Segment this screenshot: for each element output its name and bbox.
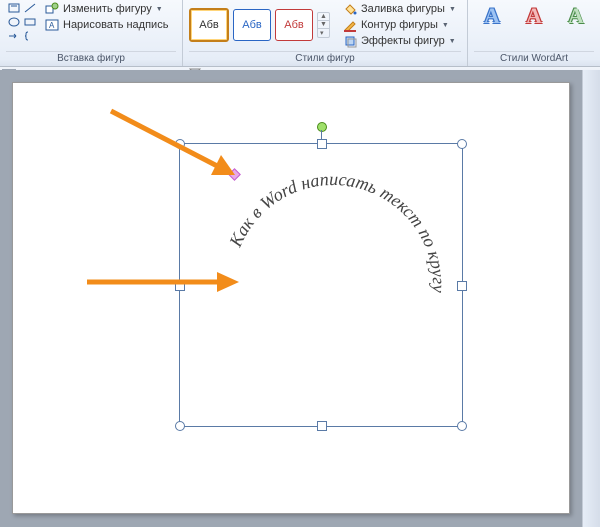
shape-brace-icon (23, 30, 37, 42)
textbox-icon: A (45, 18, 59, 32)
gallery-scroll[interactable]: ▲ ▼ ▾ (317, 12, 330, 38)
group-title-wordart: Стили WordArt (474, 51, 594, 66)
wordart-preset-3[interactable]: A (558, 1, 594, 31)
shape-outline-button[interactable]: Контур фигуры ▼ (340, 17, 459, 33)
shape-textbox-icon (7, 2, 21, 14)
shape-fill-label: Заливка фигуры (361, 3, 445, 15)
style-preset-3[interactable]: Абв (275, 9, 313, 41)
selected-textbox[interactable]: Как в Word написать текст по кругу (179, 143, 463, 427)
shapes-gallery[interactable] (6, 1, 38, 43)
shape-effects-button[interactable]: Эффекты фигур ▼ (340, 33, 459, 49)
shape-line-icon (23, 2, 37, 14)
shape-effects-label: Эффекты фигур (361, 35, 445, 47)
wordart-preset-1[interactable]: A (474, 1, 510, 31)
shape-style-gallery[interactable]: Абв Абв Абв ▲ ▼ ▾ (189, 8, 330, 42)
svg-text:A: A (49, 21, 55, 30)
rotation-handle[interactable] (317, 122, 327, 132)
shape-fill-button[interactable]: Заливка фигуры ▼ (340, 1, 459, 17)
chevron-down-icon: ▼ (156, 6, 163, 13)
bucket-icon (343, 2, 357, 16)
shape-outline-label: Контур фигуры (361, 19, 438, 31)
shape-rect-icon (23, 16, 37, 28)
edit-shape-label: Изменить фигуру (63, 3, 152, 15)
chevron-down-icon: ▼ (442, 22, 449, 29)
shape-oval-icon (7, 16, 21, 28)
edit-shape-icon (45, 2, 59, 16)
pen-icon (343, 18, 357, 32)
draw-textbox-label: Нарисовать надпись (63, 19, 168, 31)
effects-icon (343, 34, 357, 48)
edit-shape-button[interactable]: Изменить фигуру ▼ (42, 1, 171, 17)
circular-text: Как в Word написать текст по кругу (180, 144, 462, 426)
style-preset-2[interactable]: Абв (233, 9, 271, 41)
page[interactable]: Как в Word написать текст по кругу (12, 82, 570, 514)
ribbon: Изменить фигуру ▼ A Нарисовать надпись В… (0, 0, 600, 67)
svg-text:Как в Word написать текст по к: Как в Word написать текст по кругу (225, 169, 449, 293)
group-wordart-styles: A A A Стили WordArt (468, 0, 600, 66)
chevron-down-icon: ▼ (318, 20, 329, 28)
wordart-gallery[interactable]: A A A (474, 1, 594, 33)
group-insert-shapes: Изменить фигуру ▼ A Нарисовать надпись В… (0, 0, 183, 66)
style-preset-1[interactable]: Абв (189, 8, 229, 42)
chevron-up-icon: ▲ (318, 13, 329, 20)
gallery-more-icon: ▾ (318, 28, 329, 37)
wordart-preset-2[interactable]: A (516, 1, 552, 31)
group-title-insert: Вставка фигур (6, 51, 176, 66)
shape-arrow-icon (7, 30, 21, 42)
circular-text-content: Как в Word написать текст по кругу (225, 169, 449, 293)
document-workspace: Как в Word написать текст по кругу (0, 70, 600, 527)
draw-textbox-button[interactable]: A Нарисовать надпись (42, 17, 171, 33)
group-title-styles: Стили фигур (189, 51, 461, 66)
vertical-scrollbar[interactable] (582, 70, 600, 527)
chevron-down-icon: ▼ (449, 6, 456, 13)
chevron-down-icon: ▼ (449, 38, 456, 45)
group-shape-styles: Абв Абв Абв ▲ ▼ ▾ Заливка фигуры ▼ Конту… (183, 0, 468, 66)
